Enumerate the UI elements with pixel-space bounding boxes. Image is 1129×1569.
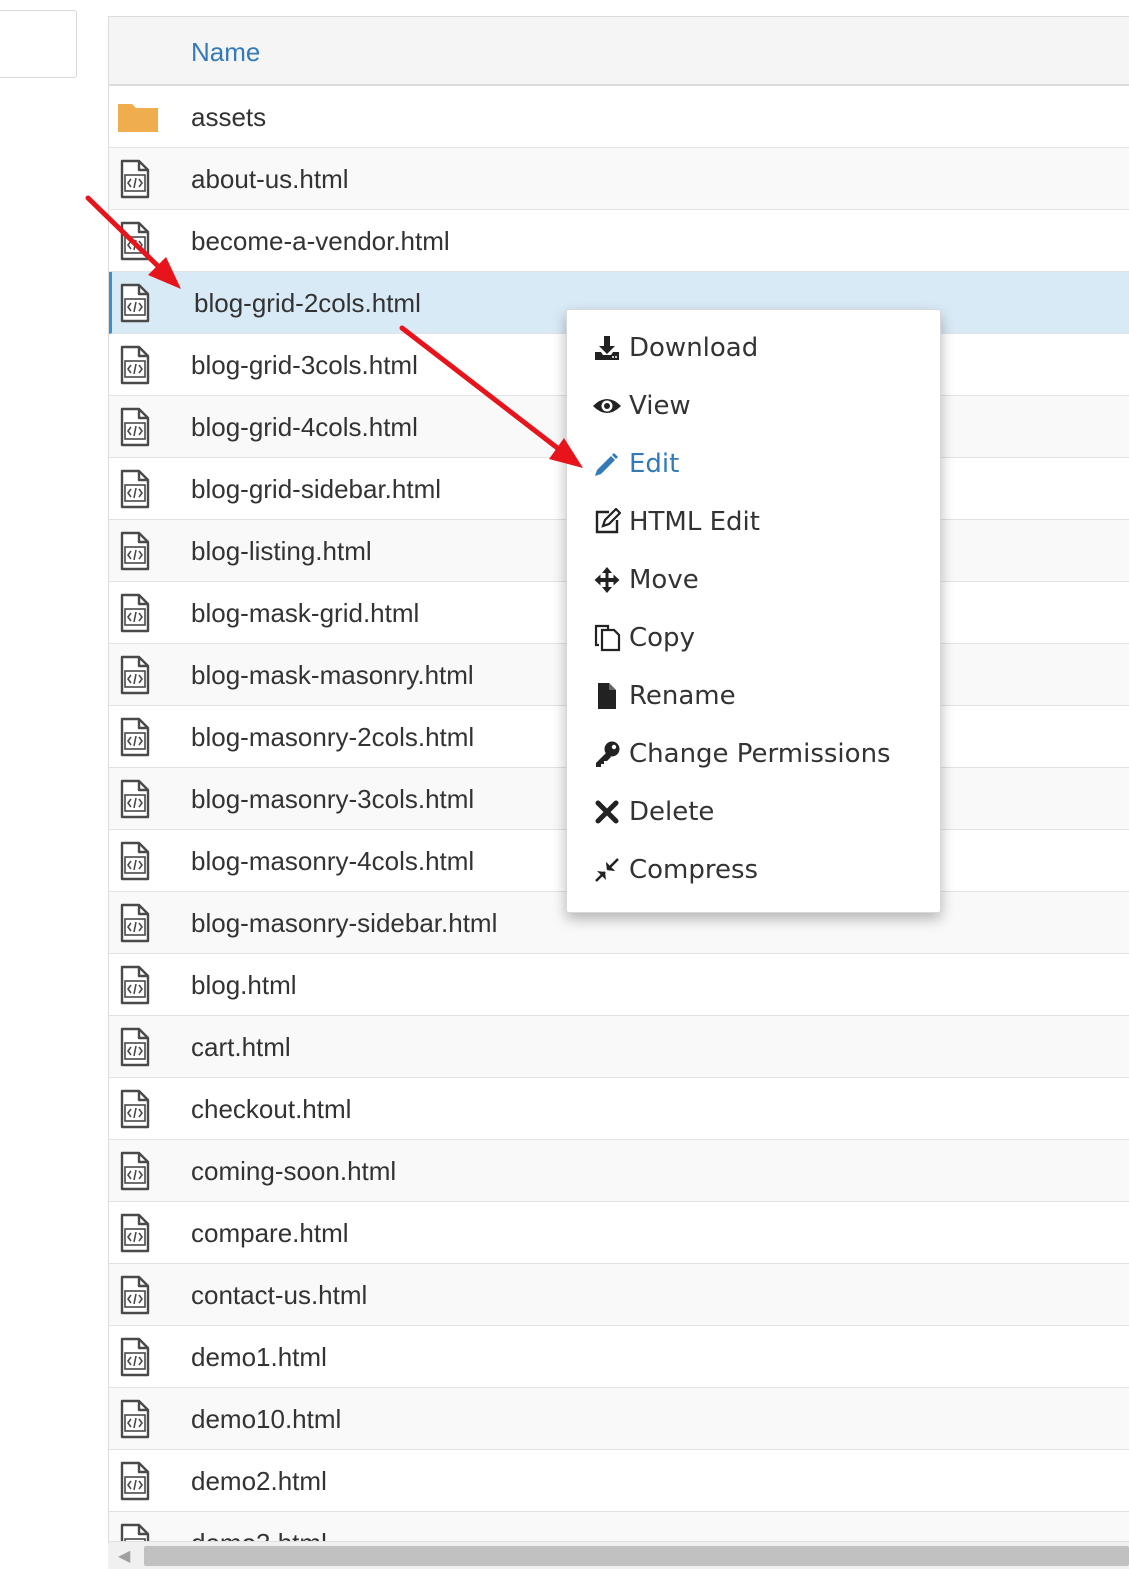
html-file-icon (119, 655, 151, 695)
file-name[interactable]: cart.html (191, 1032, 291, 1063)
menu-item-edit[interactable]: Edit (591, 439, 679, 489)
table-row[interactable]: demo10.html (109, 1388, 1129, 1450)
table-row[interactable]: demo2.html (109, 1450, 1129, 1512)
file-name[interactable]: blog.html (191, 970, 297, 1001)
file-icon (591, 681, 623, 711)
html-file-icon (119, 1275, 151, 1315)
table-row[interactable]: coming-soon.html (109, 1140, 1129, 1202)
table-row[interactable]: checkout.html (109, 1078, 1129, 1140)
edit-square-icon (591, 507, 623, 537)
menu-item-compress[interactable]: Compress (591, 845, 758, 895)
html-file-icon (119, 469, 151, 509)
html-file-icon (119, 903, 151, 943)
table-row[interactable]: demo1.html (109, 1326, 1129, 1388)
file-name[interactable]: coming-soon.html (191, 1156, 396, 1187)
table-header: Name (109, 16, 1129, 86)
file-name[interactable]: blog-mask-grid.html (191, 598, 419, 629)
html-file-icon (119, 1461, 151, 1501)
download-icon (591, 333, 623, 363)
table-row[interactable]: contact-us.html (109, 1264, 1129, 1326)
html-file-icon (119, 1027, 151, 1067)
file-name[interactable]: demo2.html (191, 1466, 327, 1497)
file-name[interactable]: compare.html (191, 1218, 349, 1249)
menu-item-rename[interactable]: Rename (591, 671, 736, 721)
table-row[interactable]: assets (109, 86, 1129, 148)
folder-icon (117, 101, 158, 141)
file-name[interactable]: blog-masonry-sidebar.html (191, 908, 497, 939)
copy-icon (591, 623, 623, 653)
table-row[interactable]: become-a-vendor.html (109, 210, 1129, 272)
menu-item-view[interactable]: View (591, 381, 691, 431)
scrollbar-thumb[interactable] (144, 1546, 1129, 1566)
file-name[interactable]: blog-listing.html (191, 536, 372, 567)
file-name[interactable]: about-us.html (191, 164, 349, 195)
menu-item-label: View (629, 391, 691, 421)
menu-item-copy[interactable]: Copy (591, 613, 695, 663)
menu-item-label: Edit (629, 449, 680, 479)
menu-item-label: Rename (629, 681, 736, 711)
file-name[interactable]: checkout.html (191, 1094, 351, 1125)
file-name[interactable]: demo1.html (191, 1342, 327, 1373)
file-name[interactable]: contact-us.html (191, 1280, 367, 1311)
file-name[interactable]: blog-grid-3cols.html (191, 350, 418, 381)
file-name[interactable]: blog-grid-sidebar.html (191, 474, 441, 505)
menu-item-label: HTML Edit (629, 507, 760, 537)
html-file-icon (119, 717, 151, 757)
menu-item-label: Copy (629, 623, 695, 653)
file-name[interactable]: become-a-vendor.html (191, 226, 450, 257)
html-file-icon (119, 407, 151, 447)
table-row[interactable]: cart.html (109, 1016, 1129, 1078)
menu-item-label: Delete (629, 797, 715, 827)
menu-item-download[interactable]: Download (591, 323, 758, 373)
close-icon (591, 797, 623, 827)
menu-item-label: Change Permissions (629, 739, 891, 769)
html-file-icon (119, 283, 151, 323)
table-row[interactable]: blog.html (109, 954, 1129, 1016)
html-file-icon (119, 221, 151, 261)
html-file-icon (119, 345, 151, 385)
menu-item-label: Move (629, 565, 699, 595)
html-file-icon (119, 1089, 151, 1129)
table-row[interactable]: about-us.html (109, 148, 1129, 210)
key-icon (591, 739, 623, 769)
eye-icon (591, 391, 623, 421)
file-name[interactable]: blog-masonry-4cols.html (191, 846, 474, 877)
html-file-icon (119, 531, 151, 571)
pencil-icon (591, 449, 623, 479)
file-name[interactable]: blog-grid-2cols.html (194, 288, 421, 319)
horizontal-scrollbar[interactable]: ◀ (108, 1541, 1129, 1569)
file-name[interactable]: assets (191, 102, 266, 133)
menu-item-change-permissions[interactable]: Change Permissions (591, 729, 891, 779)
html-file-icon (119, 841, 151, 881)
menu-item-label: Compress (629, 855, 759, 885)
html-file-icon (119, 1151, 151, 1191)
file-name[interactable]: blog-grid-4cols.html (191, 412, 418, 443)
html-file-icon (119, 1399, 151, 1439)
left-panel-box (0, 10, 77, 78)
compress-icon (591, 855, 623, 885)
file-name[interactable]: blog-mask-masonry.html (191, 660, 474, 691)
html-file-icon (119, 159, 151, 199)
scroll-left-icon[interactable]: ◀ (118, 1546, 130, 1566)
table-row[interactable]: compare.html (109, 1202, 1129, 1264)
menu-item-move[interactable]: Move (591, 555, 699, 605)
html-file-icon (119, 965, 151, 1005)
menu-item-label: Download (629, 333, 759, 363)
file-name[interactable]: demo10.html (191, 1404, 341, 1435)
menu-item-delete[interactable]: Delete (591, 787, 714, 837)
context-menu: Download View Edit HTML Edit Move Copy Rename C… (566, 309, 941, 913)
html-file-icon (119, 1213, 151, 1253)
file-name[interactable]: blog-masonry-2cols.html (191, 722, 474, 753)
file-name[interactable]: blog-masonry-3cols.html (191, 784, 474, 815)
html-file-icon (119, 1337, 151, 1377)
menu-item-html-edit[interactable]: HTML Edit (591, 497, 760, 547)
column-header-name[interactable]: Name (191, 37, 260, 68)
html-file-icon (119, 593, 151, 633)
move-icon (591, 565, 623, 595)
html-file-icon (119, 779, 151, 819)
